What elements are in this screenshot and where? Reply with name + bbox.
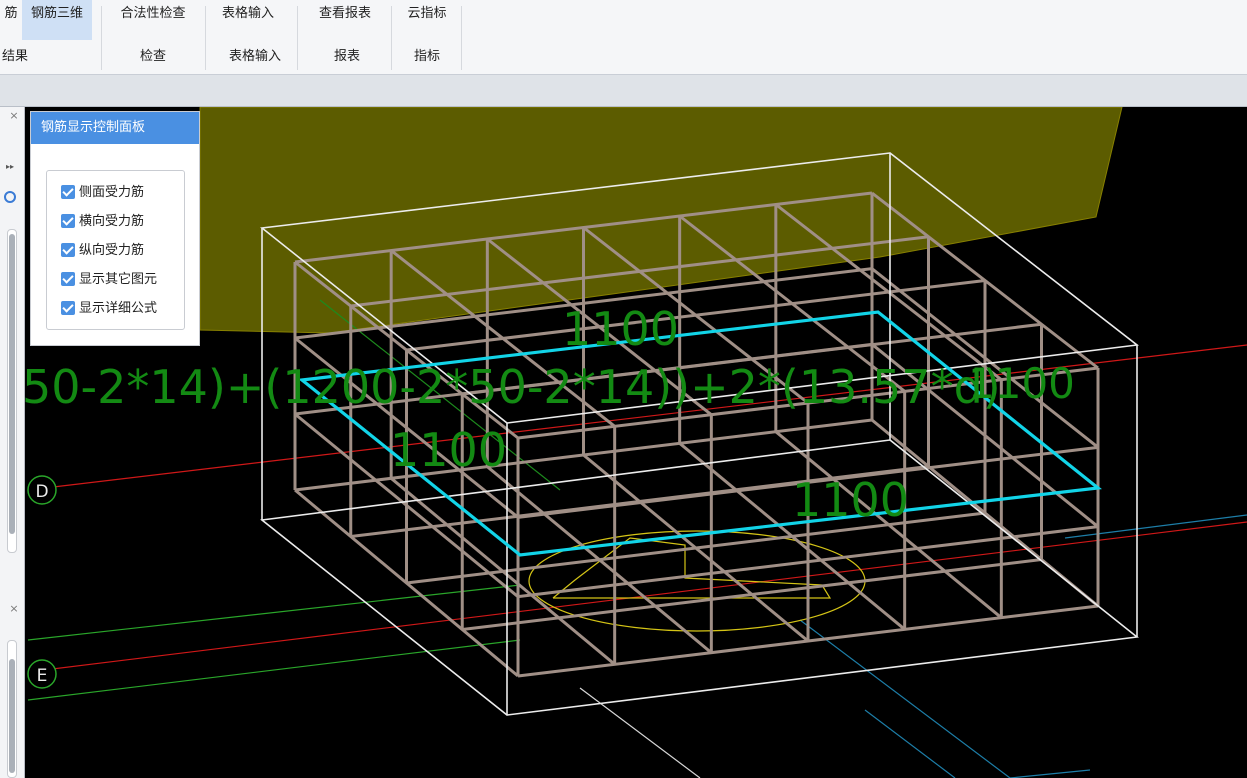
option-side-rebar[interactable]: 侧面受力筋 xyxy=(61,183,144,203)
left-dock-panel-top: × ▸▸ xyxy=(0,107,25,600)
ribbon-group-report: 报表 xyxy=(333,49,360,64)
checkbox-icon[interactable] xyxy=(61,300,75,315)
scrollbar-thumb[interactable] xyxy=(9,234,15,534)
ribbon-group-table-input: 表格输入 xyxy=(228,49,281,64)
ribbon-button-view-report[interactable]: 查看报表 xyxy=(305,0,385,40)
search-icon[interactable] xyxy=(4,191,16,203)
checkbox-icon[interactable] xyxy=(61,213,75,228)
ribbon-button-table-input[interactable]: 表格输入 xyxy=(210,0,286,40)
axis-marker-e: E xyxy=(27,659,57,689)
ribbon-group-results: 结果 xyxy=(1,49,28,64)
svg-text:E: E xyxy=(37,666,48,686)
option-show-other-elements[interactable]: 显示其它图元 xyxy=(61,270,157,290)
ribbon-button-rebar-partial[interactable]: 筋 xyxy=(0,0,22,40)
option-show-detailed-formula[interactable]: 显示详细公式 xyxy=(61,299,157,319)
control-panel-title: 钢筋显示控制面板 xyxy=(31,112,199,144)
command-band xyxy=(0,75,1247,107)
ribbon-group-check: 检查 xyxy=(139,49,166,64)
ribbon-button-cloud-index[interactable]: 云指标 xyxy=(396,0,458,40)
ribbon-separator xyxy=(391,6,392,70)
expand-icon[interactable]: ▸▸ xyxy=(6,162,14,171)
checkbox-icon[interactable] xyxy=(61,184,75,199)
ribbon-toolbar: 筋 钢筋三维 合法性检查 表格输入 查看报表 云指标 结果 检查 表格输入 报表… xyxy=(0,0,1247,75)
checkbox-icon[interactable] xyxy=(61,271,75,286)
rebar-bar xyxy=(462,558,1042,631)
scrollbar-track[interactable] xyxy=(7,229,17,553)
scrollbar-track[interactable] xyxy=(7,640,17,778)
checkbox-icon[interactable] xyxy=(61,242,75,257)
scrollbar-thumb[interactable] xyxy=(9,659,15,773)
ribbon-separator xyxy=(461,6,462,70)
control-panel-options: 侧面受力筋 横向受力筋 纵向受力筋 显示其它图元 显示详细公式 xyxy=(46,170,185,330)
ribbon-separator xyxy=(101,6,102,70)
ribbon-button-legality-check[interactable]: 合法性检查 xyxy=(107,0,199,40)
option-transverse-rebar[interactable]: 横向受力筋 xyxy=(61,212,144,232)
option-longitudinal-rebar[interactable]: 纵向受力筋 xyxy=(61,241,144,261)
svg-text:D: D xyxy=(35,482,48,502)
close-icon[interactable]: × xyxy=(8,110,20,122)
ribbon-button-rebar-3d[interactable]: 钢筋三维 xyxy=(22,0,92,40)
ribbon-separator xyxy=(205,6,206,70)
rebar-display-control-panel: 钢筋显示控制面板 侧面受力筋 横向受力筋 纵向受力筋 显示其它图元 显示详细公式 xyxy=(30,111,200,346)
axis-marker-d: D xyxy=(27,475,57,505)
overlay-dimension-text: 1100 xyxy=(968,359,1075,408)
dimension-label: 1100 xyxy=(562,302,679,356)
left-dock-panel-bottom: × xyxy=(0,600,25,778)
close-icon[interactable]: × xyxy=(8,603,20,615)
dimension-label: 1100 xyxy=(792,473,909,527)
ribbon-group-index: 指标 xyxy=(413,49,440,64)
dimension-label: 1100 xyxy=(390,423,507,477)
rebar-formula-text: 50-2*14)+(1200-2*50-2*14))+2*(13.57*d) xyxy=(22,360,1001,414)
